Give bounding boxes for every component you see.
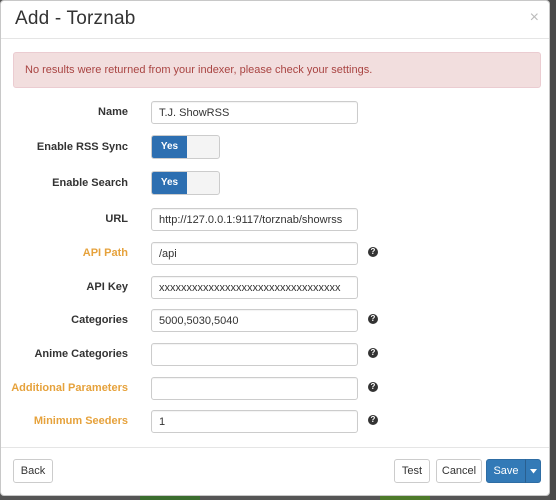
enable-search-yes: Yes [152,172,187,194]
name-label: Name [98,106,128,118]
additional-parameters-row: Additional Parameters ? [1,377,549,401]
close-icon[interactable]: × [530,10,539,26]
backdrop-decoration [380,496,430,500]
url-label: URL [105,213,128,225]
modal-title: Add - Torznab [15,8,136,29]
name-row: Name [1,101,549,125]
categories-row: Categories ? [1,309,549,333]
error-alert: No results were returned from your index… [13,52,541,88]
enable-rss-yes: Yes [152,136,187,158]
modal-footer: Back Test Cancel Save [1,447,549,495]
cancel-button[interactable]: Cancel [436,459,482,483]
enable-rss-label: Enable RSS Sync [36,141,128,153]
url-input[interactable] [151,208,358,231]
add-indexer-modal: Add - Torznab × No results were returned… [0,0,550,496]
save-button[interactable]: Save [486,459,526,483]
save-options-dropdown[interactable] [525,459,541,483]
anime-categories-input[interactable] [151,343,358,366]
api-path-label: API Path [82,247,128,259]
api-path-row: API Path ? [1,242,549,266]
minimum-seeders-label: Minimum Seeders [33,415,128,427]
minimum-seeders-row: Minimum Seeders ? [1,410,549,434]
test-button[interactable]: Test [394,459,430,483]
enable-rss-toggle[interactable]: Yes [151,135,220,159]
modal-header: Add - Torznab × [1,1,549,39]
categories-label: Categories [71,314,128,326]
additional-parameters-label: Additional Parameters [11,382,128,394]
question-circle-icon[interactable]: ? [368,314,378,324]
name-input[interactable] [151,101,358,124]
additional-parameters-input[interactable] [151,377,358,400]
api-key-row: API Key [1,276,549,300]
back-button[interactable]: Back [13,459,53,483]
anime-categories-label: Anime Categories [34,348,128,360]
categories-input[interactable] [151,309,358,332]
question-circle-icon[interactable]: ? [368,348,378,358]
enable-search-label: Enable Search [52,177,128,189]
api-key-label: API Key [86,281,128,293]
url-row: URL [1,208,549,232]
api-path-input[interactable] [151,242,358,265]
minimum-seeders-input[interactable] [151,410,358,433]
question-circle-icon[interactable]: ? [368,247,378,257]
caret-down-icon [530,469,537,474]
enable-rss-row: Enable RSS Sync Yes [1,135,549,159]
enable-search-row: Enable Search Yes [1,171,549,195]
enable-search-toggle[interactable]: Yes [151,171,220,195]
backdrop-decoration [140,496,200,500]
question-circle-icon[interactable]: ? [368,415,378,425]
question-circle-icon[interactable]: ? [368,382,378,392]
anime-categories-row: Anime Categories ? [1,343,549,367]
api-key-input[interactable] [151,276,358,299]
